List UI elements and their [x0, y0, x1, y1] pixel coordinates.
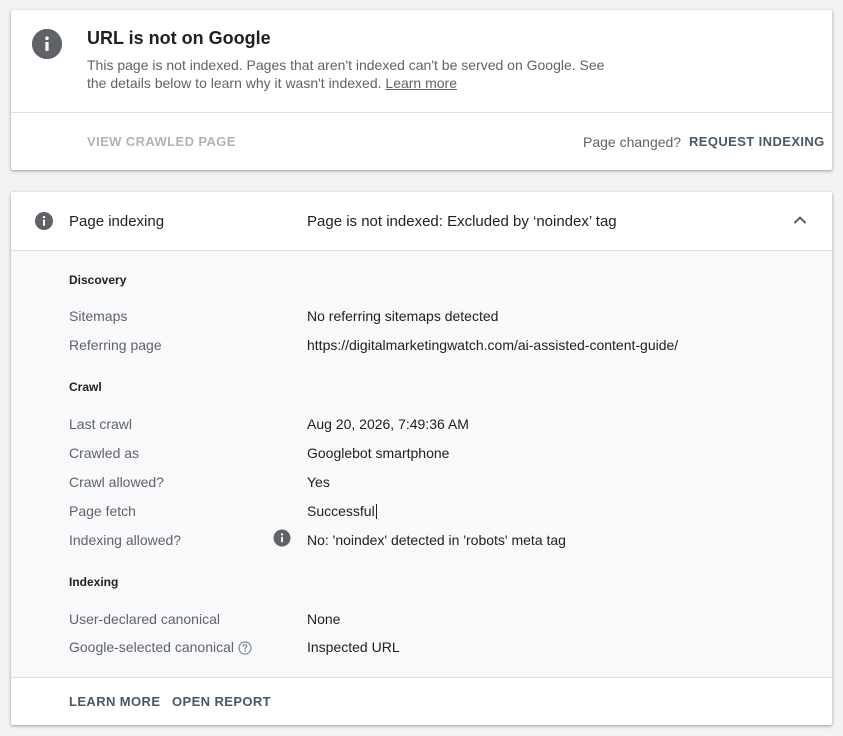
text-cursor	[375, 504, 377, 519]
status-title: URL is not on Google	[87, 28, 271, 48]
status-description: This page is not indexed. Pages that are…	[87, 56, 627, 92]
page-indexing-status: Page is not indexed: Excluded by ‘noinde…	[307, 213, 617, 230]
google-selected-canonical-row: Google-selected canonical	[69, 639, 252, 655]
info-icon	[32, 29, 62, 59]
section-title-crawl: Crawl	[69, 380, 102, 394]
page-changed-label: Page changed?	[583, 134, 682, 150]
help-icon[interactable]	[238, 641, 252, 655]
section-title-indexing: Indexing	[69, 575, 119, 589]
page-indexing-label: Page indexing	[69, 213, 165, 230]
crawled-as-label: Crawled as	[69, 445, 140, 461]
request-indexing-button[interactable]: REQUEST INDEXING	[689, 134, 825, 149]
crawled-as-value: Googlebot smartphone	[307, 445, 450, 461]
page-indexing-header[interactable]: Page indexing Page is not indexed: Exclu…	[11, 192, 832, 250]
sitemaps-label: Sitemaps	[69, 308, 128, 324]
page-fetch-value: Successful	[307, 503, 375, 519]
divider	[11, 677, 832, 678]
crawl-allowed-label: Crawl allowed?	[69, 474, 164, 490]
user-declared-canonical-label: User-declared canonical	[69, 611, 220, 627]
learn-more-button[interactable]: LEARN MORE	[69, 694, 160, 709]
open-report-button[interactable]: OPEN REPORT	[172, 694, 271, 709]
sitemaps-value: No referring sitemaps detected	[307, 308, 499, 324]
google-selected-canonical-value: Inspected URL	[307, 639, 400, 655]
user-declared-canonical-value: None	[307, 611, 341, 627]
page-fetch-label: Page fetch	[69, 503, 136, 519]
google-selected-canonical-label: Google-selected canonical	[69, 639, 234, 655]
divider	[11, 112, 832, 113]
page-fetch-row: Successful	[307, 503, 377, 519]
last-crawl-label: Last crawl	[69, 416, 133, 432]
indexing-allowed-label: Indexing allowed?	[69, 532, 182, 548]
learn-more-link[interactable]: Learn more	[385, 75, 457, 91]
info-icon	[34, 211, 54, 231]
status-card: URL is not on Google This page is not in…	[11, 10, 832, 170]
section-title-discovery: Discovery	[69, 273, 127, 287]
page-indexing-card: Page indexing Page is not indexed: Exclu…	[11, 192, 832, 725]
view-crawled-page-button[interactable]: VIEW CRAWLED PAGE	[87, 134, 236, 149]
chevron-up-icon[interactable]	[791, 211, 809, 229]
indexing-allowed-value: No: 'noindex' detected in 'robots' meta …	[307, 532, 566, 548]
referring-page-value[interactable]: https://digitalmarketingwatch.com/ai-ass…	[307, 337, 678, 353]
crawl-allowed-value: Yes	[307, 474, 330, 490]
info-icon[interactable]	[273, 529, 291, 547]
page-indexing-details: Discovery Sitemaps No referring sitemaps…	[11, 251, 832, 677]
referring-page-label: Referring page	[69, 337, 162, 353]
last-crawl-value: Aug 20, 2026, 7:49:36 AM	[307, 416, 469, 432]
status-description-text: This page is not indexed. Pages that are…	[87, 57, 605, 91]
